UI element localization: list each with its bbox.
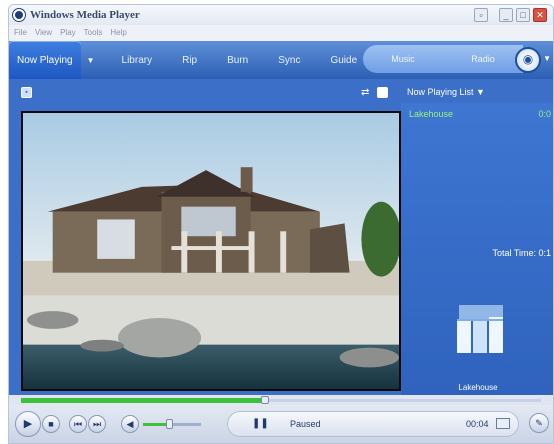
tab-burn[interactable]: Burn bbox=[212, 41, 263, 79]
media-dropdown-icon[interactable]: ▼ bbox=[543, 54, 551, 63]
maximize-button[interactable]: □ bbox=[516, 8, 530, 22]
menu-tools[interactable]: Tools bbox=[84, 28, 103, 37]
app-logo-icon bbox=[13, 9, 25, 21]
status-panel: ❚❚ Paused 00:04 bbox=[227, 411, 519, 437]
playlist-item-title[interactable]: Lakehouse bbox=[409, 109, 453, 119]
album-name: Lakehouse bbox=[458, 383, 498, 392]
pause-icon[interactable]: ❚❚ bbox=[252, 418, 269, 429]
play-icon: ▶ bbox=[23, 418, 33, 430]
stop-button[interactable]: ■ bbox=[42, 415, 60, 433]
seek-progress bbox=[21, 398, 266, 403]
media-radio[interactable]: Radio bbox=[471, 54, 495, 64]
tab-now-playing[interactable]: Now Playing bbox=[9, 41, 81, 79]
next-button[interactable]: ⏭ bbox=[88, 415, 106, 433]
fullscreen-icon[interactable] bbox=[496, 418, 510, 429]
transport-controls: ▶ ■ ⏮ ⏭ ◀ ❚❚ Paused 00:04 ✎ bbox=[9, 405, 553, 443]
seek-bar[interactable] bbox=[9, 395, 553, 405]
mute-icon: ◀ bbox=[126, 419, 134, 429]
previous-icon: ⏮ bbox=[73, 419, 83, 429]
album-art-icon bbox=[457, 305, 503, 353]
next-icon: ⏭ bbox=[92, 419, 102, 429]
elapsed-time: 00:04 bbox=[466, 419, 489, 429]
now-playing-toolbar: ▪ ⇄ Now Playing List ▼ bbox=[9, 79, 553, 103]
media-guide-icon[interactable]: ◉ bbox=[515, 47, 541, 73]
tab-rip[interactable]: Rip bbox=[167, 41, 212, 79]
menu-view[interactable]: View bbox=[35, 28, 52, 37]
window-controls: ▫ _ □ ✕ bbox=[474, 8, 547, 22]
playback-status: Paused bbox=[290, 419, 321, 429]
menu-help[interactable]: Help bbox=[110, 28, 126, 37]
tab-library[interactable]: Library bbox=[107, 41, 168, 79]
stop-icon: ■ bbox=[48, 419, 54, 429]
menu-bar: File View Play Tools Help bbox=[9, 25, 553, 39]
close-button[interactable]: ✕ bbox=[533, 8, 547, 22]
seek-handle[interactable] bbox=[261, 396, 270, 404]
video-lakehouse-scene bbox=[23, 113, 399, 389]
tab-bar: Now Playing ▼ Library Rip Burn Sync Guid… bbox=[9, 41, 553, 79]
media-music[interactable]: Music bbox=[391, 54, 415, 64]
menu-play[interactable]: Play bbox=[60, 28, 76, 37]
media-selector: Music Radio bbox=[363, 45, 523, 73]
video-frame[interactable] bbox=[21, 111, 401, 391]
menu-file[interactable]: File bbox=[14, 28, 27, 37]
tab-sync[interactable]: Sync bbox=[263, 41, 315, 79]
playlist-selector[interactable]: Now Playing List ▼ bbox=[407, 87, 485, 97]
playlist-pane: Lakehouse 0:0 Total Time: 0:1 Lakehouse bbox=[401, 103, 553, 395]
wmp-window: Windows Media Player ▫ _ □ ✕ File View P… bbox=[8, 4, 554, 444]
shuffle-icon[interactable]: ⇄ bbox=[361, 87, 372, 98]
title-bar: Windows Media Player ▫ _ □ ✕ bbox=[9, 5, 553, 25]
now-playing-dropdown-icon[interactable]: ▼ bbox=[81, 56, 107, 65]
options-icon[interactable] bbox=[377, 87, 388, 98]
play-button[interactable]: ▶ bbox=[15, 411, 41, 437]
window-title: Windows Media Player bbox=[30, 9, 140, 21]
playlist-item-duration: 0:0 bbox=[538, 109, 551, 119]
volume-handle[interactable] bbox=[166, 419, 174, 429]
mini-player-button[interactable]: ▫ bbox=[474, 8, 488, 22]
playlist-label: Now Playing List bbox=[407, 87, 474, 97]
video-area bbox=[9, 103, 401, 395]
previous-button[interactable]: ⏮ bbox=[69, 415, 87, 433]
mute-button[interactable]: ◀ bbox=[121, 415, 139, 433]
enhancements-icon[interactable]: ▪ bbox=[21, 87, 32, 98]
total-time: Total Time: 0:1 bbox=[492, 248, 551, 258]
minimize-button[interactable]: _ bbox=[499, 8, 513, 22]
switch-to-skin-button[interactable]: ✎ bbox=[529, 413, 549, 433]
